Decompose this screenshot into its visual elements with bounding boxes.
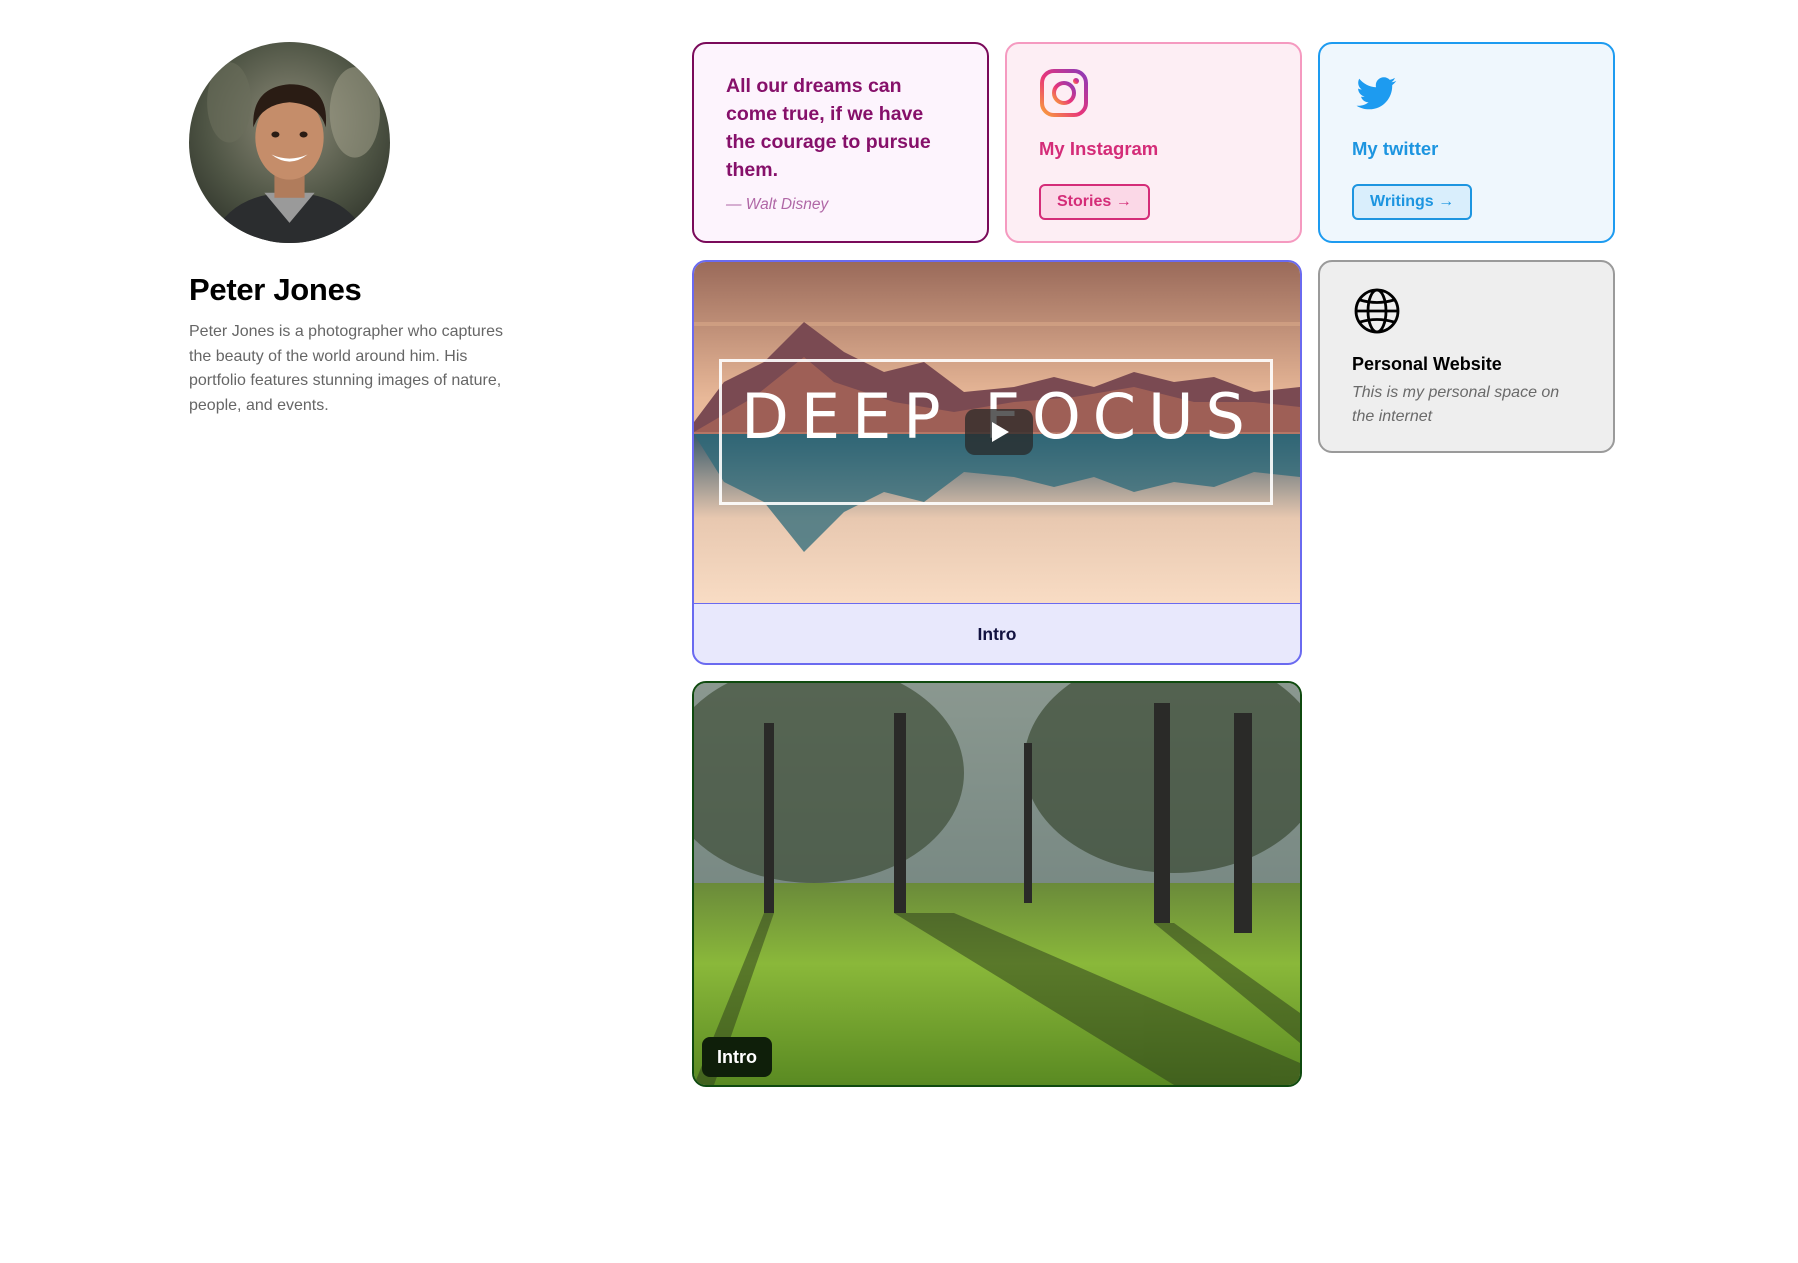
profile-avatar: [189, 42, 390, 243]
quote-author: — Walt Disney: [726, 196, 829, 213]
video-card[interactable]: DEEP FOCUS Intro: [692, 260, 1302, 665]
quote-text: All our dreams can come true, if we have…: [726, 75, 931, 181]
instagram-icon: [1040, 69, 1088, 117]
video-play-button[interactable]: [965, 409, 1033, 455]
park-trees-image: [694, 683, 1300, 1085]
photo-badge: Intro: [702, 1037, 772, 1077]
twitter-title: My twitter: [1352, 138, 1439, 159]
photo-card[interactable]: Intro: [692, 681, 1302, 1087]
quote-card: All our dreams can come true, if we have…: [692, 42, 989, 243]
instagram-title: My Instagram: [1039, 138, 1159, 159]
profile-name: Peter Jones: [189, 272, 362, 307]
profile-bio: Peter Jones is a photographer who captur…: [189, 323, 503, 414]
page: Peter Jones Peter Jones is a photographe…: [0, 0, 1798, 1263]
personal-website-description: This is my personal space on the interne…: [1352, 384, 1560, 425]
personal-website-title: Personal Website: [1352, 354, 1502, 374]
twitter-bird-icon: [1356, 77, 1397, 110]
personal-website-card[interactable]: Personal Website This is my personal spa…: [1318, 260, 1615, 453]
instagram-card[interactable]: My Instagram Stories →: [1005, 42, 1302, 243]
instagram-stories-button[interactable]: Stories →: [1039, 184, 1150, 220]
twitter-card[interactable]: My twitter Writings →: [1318, 42, 1615, 243]
video-thumbnail[interactable]: DEEP FOCUS: [694, 262, 1300, 603]
video-caption: Intro: [694, 603, 1300, 663]
twitter-writings-button[interactable]: Writings →: [1352, 184, 1473, 220]
avatar-portrait-image: [189, 42, 390, 243]
globe-icon: [1354, 288, 1400, 334]
